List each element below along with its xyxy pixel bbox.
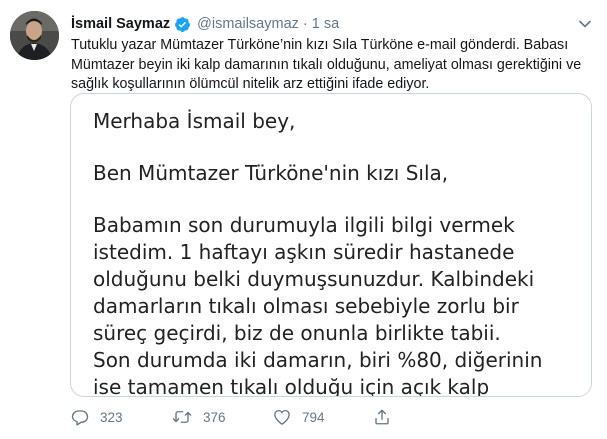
like-count: 794 <box>302 409 325 425</box>
reply-count: 323 <box>100 409 123 425</box>
email-intro: Ben Mümtazer Türköne'nin kızı Sıla, <box>93 161 449 185</box>
author-name[interactable]: İsmail Saymaz <box>71 16 170 32</box>
like-button[interactable]: 794 <box>273 408 373 426</box>
author-handle[interactable]: @ismailsaymaz <box>197 16 299 32</box>
share-icon <box>375 409 389 425</box>
retweet-count: 376 <box>203 409 226 425</box>
email-line: damarların tıkalı olması sebebiyle zorlu… <box>93 294 519 318</box>
email-line: istedim. 1 haftayı aşkın süredir hastane… <box>93 240 515 264</box>
email-line: olduğunu belki duymuşsunuzdur. Kalbindek… <box>93 267 535 291</box>
email-body: Babamın son durumuyla ilgili bilgi verme… <box>93 212 583 397</box>
email-line: ise tamamen tıkalı olduğu için açık kalp <box>93 375 490 397</box>
tweet-text: Tutuklu yazar Mümtazer Türköne’nin kızı … <box>71 37 582 92</box>
share-button[interactable] <box>373 408 402 426</box>
retweet-icon <box>172 411 192 423</box>
tweet-media-image[interactable]: Merhaba İsmail bey, Ben Mümtazer Türköne… <box>70 93 592 397</box>
tweet-timestamp[interactable]: 1 sa <box>312 16 339 32</box>
separator-dot: · <box>302 16 308 32</box>
retweet-button[interactable]: 376 <box>172 408 273 426</box>
reply-button[interactable]: 323 <box>71 408 172 426</box>
chevron-down-icon[interactable] <box>577 16 593 32</box>
avatar[interactable] <box>10 11 59 60</box>
email-line: süreç geçirdi, biz de onunla birlikte ta… <box>93 321 501 345</box>
like-icon <box>274 409 290 425</box>
email-screenshot-text: Merhaba İsmail bey, Ben Mümtazer Türköne… <box>93 100 583 397</box>
email-line: Babamın son durumuyla ilgili bilgi verme… <box>93 213 515 237</box>
reply-icon <box>71 410 89 426</box>
tweet-actions: 323 376 794 <box>71 403 402 431</box>
verified-badge-icon <box>174 16 191 33</box>
tweet-header: İsmail Saymaz @ismailsaymaz · 1 sa <box>71 13 593 35</box>
email-greeting: Merhaba İsmail bey, <box>93 109 296 133</box>
email-line: Son durumda iki damarın, biri %80, diğer… <box>93 348 543 372</box>
